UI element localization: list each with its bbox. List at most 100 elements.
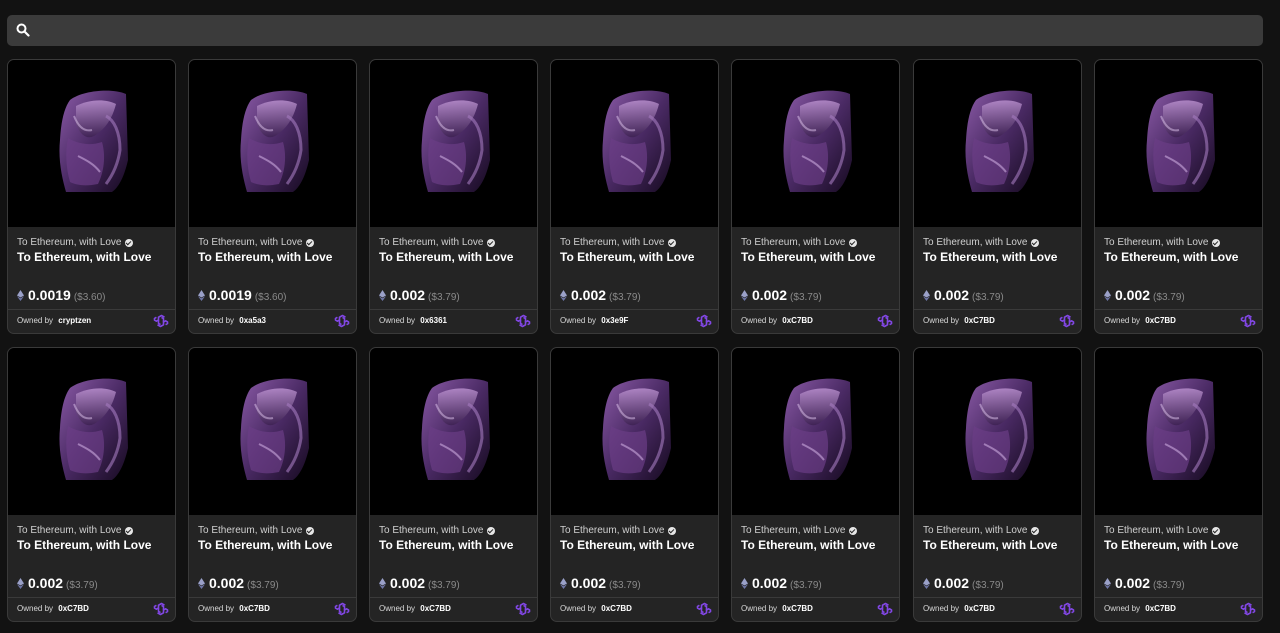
owner-address[interactable]: 0xC7BD bbox=[58, 604, 89, 613]
nft-title[interactable]: To Ethereum, with Love bbox=[198, 250, 332, 264]
price-usd: ($3.79) bbox=[609, 292, 641, 303]
nft-artwork-image[interactable] bbox=[8, 348, 175, 515]
owner-address[interactable]: 0xC7BD bbox=[964, 316, 995, 325]
collection-name[interactable]: To Ethereum, with Love bbox=[198, 237, 314, 248]
nft-artwork bbox=[783, 378, 852, 480]
price-usd: ($3.79) bbox=[1153, 580, 1185, 591]
card-footer: Owned by 0xC7BD bbox=[914, 309, 1081, 333]
nft-title[interactable]: To Ethereum, with Love bbox=[17, 538, 151, 552]
search-input[interactable] bbox=[39, 15, 1253, 48]
collection-name[interactable]: To Ethereum, with Love bbox=[923, 237, 1039, 248]
collection-name[interactable]: To Ethereum, with Love bbox=[1104, 525, 1220, 536]
nft-artwork-image[interactable] bbox=[551, 60, 718, 227]
owner-address[interactable]: 0xC7BD bbox=[782, 316, 813, 325]
nft-card[interactable]: To Ethereum, with Love To Ethereum, with… bbox=[550, 59, 719, 334]
owner: Owned by 0xC7BD bbox=[923, 316, 995, 325]
nft-card[interactable]: To Ethereum, with Love To Ethereum, with… bbox=[731, 347, 900, 622]
price: 0.002 ($3.79) bbox=[923, 575, 1004, 591]
nft-artwork-image[interactable] bbox=[914, 348, 1081, 515]
nft-title[interactable]: To Ethereum, with Love bbox=[379, 250, 513, 264]
nft-card[interactable]: To Ethereum, with Love To Ethereum, with… bbox=[7, 347, 176, 622]
collection-name[interactable]: To Ethereum, with Love bbox=[741, 237, 857, 248]
collection-name[interactable]: To Ethereum, with Love bbox=[560, 237, 676, 248]
nft-artwork-image[interactable] bbox=[732, 348, 899, 515]
polygon-icon bbox=[153, 314, 169, 328]
nft-artwork-image[interactable] bbox=[189, 60, 356, 227]
verified-badge-icon bbox=[486, 526, 495, 535]
price-eth: 0.002 bbox=[390, 575, 426, 591]
nft-title[interactable]: To Ethereum, with Love bbox=[560, 250, 694, 264]
owner-address[interactable]: 0xa5a3 bbox=[239, 316, 266, 325]
nft-card[interactable]: To Ethereum, with Love To Ethereum, with… bbox=[188, 347, 357, 622]
price-eth: 0.002 bbox=[934, 287, 970, 303]
verified-badge-icon bbox=[848, 238, 857, 247]
collection-name[interactable]: To Ethereum, with Love bbox=[1104, 237, 1220, 248]
price: 0.002 ($3.79) bbox=[1104, 575, 1185, 591]
nft-title[interactable]: To Ethereum, with Love bbox=[1104, 250, 1238, 264]
nft-artwork-image[interactable] bbox=[8, 60, 175, 227]
nft-title[interactable]: To Ethereum, with Love bbox=[560, 538, 694, 552]
nft-title[interactable]: To Ethereum, with Love bbox=[923, 250, 1057, 264]
price-eth: 0.002 bbox=[390, 287, 426, 303]
nft-title[interactable]: To Ethereum, with Love bbox=[1104, 538, 1238, 552]
owner-address[interactable]: 0xC7BD bbox=[239, 604, 270, 613]
owner-address[interactable]: cryptzen bbox=[58, 316, 91, 325]
collection-name[interactable]: To Ethereum, with Love bbox=[198, 525, 314, 536]
owner: Owned by 0xC7BD bbox=[1104, 604, 1176, 613]
price-usd: ($3.79) bbox=[972, 292, 1004, 303]
nft-title[interactable]: To Ethereum, with Love bbox=[741, 250, 875, 264]
collection-name[interactable]: To Ethereum, with Love bbox=[17, 237, 133, 248]
owner-address[interactable]: 0xC7BD bbox=[964, 604, 995, 613]
nft-title[interactable]: To Ethereum, with Love bbox=[17, 250, 151, 264]
price: 0.002 ($3.79) bbox=[17, 575, 98, 591]
nft-title[interactable]: To Ethereum, with Love bbox=[379, 538, 513, 552]
nft-card[interactable]: To Ethereum, with Love To Ethereum, with… bbox=[1094, 59, 1263, 334]
ethereum-icon bbox=[198, 578, 205, 589]
polygon-icon bbox=[334, 602, 350, 616]
nft-artwork-image[interactable] bbox=[551, 348, 718, 515]
owner-address[interactable]: 0xC7BD bbox=[1145, 316, 1176, 325]
nft-artwork-image[interactable] bbox=[914, 60, 1081, 227]
nft-artwork-image[interactable] bbox=[1095, 348, 1262, 515]
nft-card[interactable]: To Ethereum, with Love To Ethereum, with… bbox=[188, 59, 357, 334]
nft-title[interactable]: To Ethereum, with Love bbox=[741, 538, 875, 552]
owner-address[interactable]: 0xC7BD bbox=[601, 604, 632, 613]
collection-name[interactable]: To Ethereum, with Love bbox=[741, 525, 857, 536]
collection-name[interactable]: To Ethereum, with Love bbox=[923, 525, 1039, 536]
nft-title[interactable]: To Ethereum, with Love bbox=[923, 538, 1057, 552]
owner-address[interactable]: 0x3e9F bbox=[601, 316, 628, 325]
collection-name[interactable]: To Ethereum, with Love bbox=[17, 525, 133, 536]
collection-name[interactable]: To Ethereum, with Love bbox=[560, 525, 676, 536]
owner-address[interactable]: 0xC7BD bbox=[782, 604, 813, 613]
nft-card[interactable]: To Ethereum, with Love To Ethereum, with… bbox=[913, 347, 1082, 622]
ethereum-icon bbox=[379, 290, 386, 301]
price-eth: 0.002 bbox=[1115, 287, 1151, 303]
owner-address[interactable]: 0xC7BD bbox=[420, 604, 451, 613]
collection-name[interactable]: To Ethereum, with Love bbox=[379, 237, 495, 248]
owner-address[interactable]: 0x6361 bbox=[420, 316, 447, 325]
nft-artwork-image[interactable] bbox=[189, 348, 356, 515]
collection-name[interactable]: To Ethereum, with Love bbox=[379, 525, 495, 536]
nft-card[interactable]: To Ethereum, with Love To Ethereum, with… bbox=[731, 59, 900, 334]
ethereum-icon bbox=[560, 290, 567, 301]
price: 0.002 ($3.79) bbox=[741, 575, 822, 591]
nft-artwork-image[interactable] bbox=[370, 60, 537, 227]
nft-card[interactable]: To Ethereum, with Love To Ethereum, with… bbox=[7, 59, 176, 334]
card-footer: Owned by cryptzen bbox=[8, 309, 175, 333]
nft-card[interactable]: To Ethereum, with Love To Ethereum, with… bbox=[1094, 347, 1263, 622]
card-footer: Owned by 0xC7BD bbox=[1095, 309, 1262, 333]
price: 0.0019 ($3.60) bbox=[198, 287, 287, 303]
nft-artwork-image[interactable] bbox=[1095, 60, 1262, 227]
nft-title[interactable]: To Ethereum, with Love bbox=[198, 538, 332, 552]
nft-artwork-image[interactable] bbox=[370, 348, 537, 515]
search-bar[interactable] bbox=[7, 15, 1263, 48]
price-usd: ($3.79) bbox=[247, 580, 279, 591]
card-footer: Owned by 0xC7BD bbox=[189, 597, 356, 621]
nft-card[interactable]: To Ethereum, with Love To Ethereum, with… bbox=[550, 347, 719, 622]
nft-card[interactable]: To Ethereum, with Love To Ethereum, with… bbox=[369, 59, 538, 334]
owner: Owned by 0x3e9F bbox=[560, 316, 629, 325]
nft-card[interactable]: To Ethereum, with Love To Ethereum, with… bbox=[913, 59, 1082, 334]
nft-card[interactable]: To Ethereum, with Love To Ethereum, with… bbox=[369, 347, 538, 622]
owner-address[interactable]: 0xC7BD bbox=[1145, 604, 1176, 613]
nft-artwork-image[interactable] bbox=[732, 60, 899, 227]
